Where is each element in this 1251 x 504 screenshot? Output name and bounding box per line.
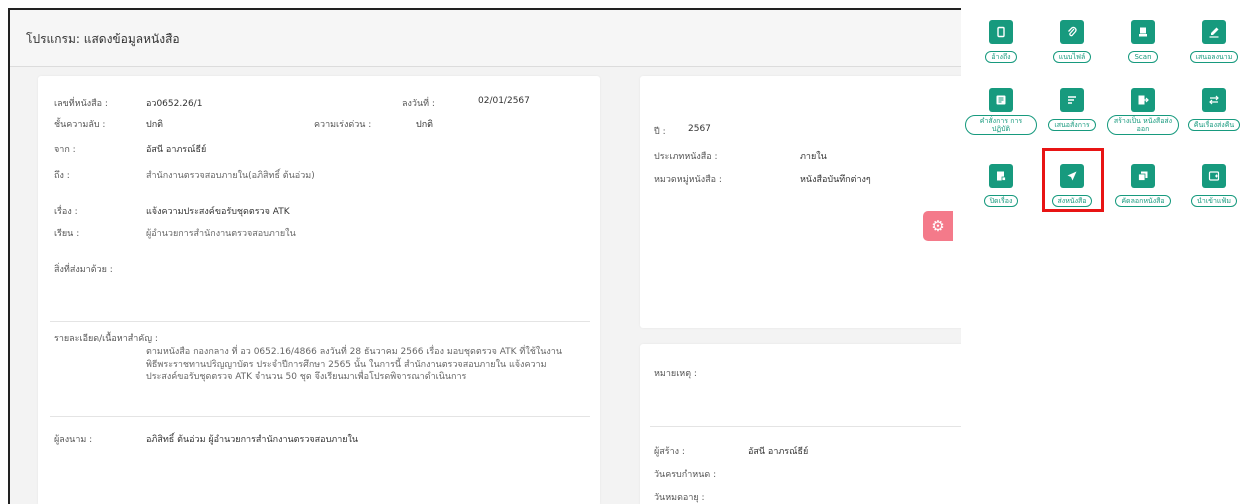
return-icon [1202, 88, 1226, 112]
notes-card: หมายเหตุ : ผู้สร้าง : อัสนี อาภรณ์ธีย์ ว… [640, 344, 980, 504]
subject-value: แจ้งความประสงค์ขอรับชุดตรวจ ATK [146, 207, 290, 217]
action-label: คำสั่งการ การปฏิบัติ [965, 115, 1037, 135]
action-reference[interactable]: อ้างถึง [964, 20, 1038, 80]
due-date-label: วันครบกำหนด : [654, 470, 717, 480]
action-close-case[interactable]: ปิดเรื่อง [964, 164, 1038, 224]
note-icon [989, 88, 1013, 112]
subject-label: เรื่อง : [54, 207, 78, 217]
divider [650, 426, 980, 427]
document-meta-card: ปี : 2567 ประเภทหนังสือ : ภายใน หมวดหมู่… [640, 76, 980, 328]
action-label: นำเข้าแฟ้ม [1191, 195, 1237, 207]
year-value: 2567 [688, 124, 711, 134]
urgency-label: ความเร่งด่วน : [314, 120, 372, 130]
action-label: Scan [1128, 51, 1158, 63]
type-value: ภายใน [800, 152, 827, 162]
action-label: คืนเรื่องส่งคืน [1187, 119, 1241, 131]
year-label: ปี : [654, 127, 666, 137]
secrecy-value: ปกติ [146, 120, 164, 130]
detail-text: ตามหนังสือ กองกลาง ที่ อว 0652.16/4866 ล… [146, 347, 563, 382]
doc-number-label: เลขที่หนังสือ : [54, 99, 108, 109]
attn-label: เรียน : [54, 229, 80, 239]
doc-date-label: ลงวันที่ : [402, 99, 435, 109]
signer-value: อภิสิทธิ์ ต้นอ่วม ผู้อำนวยการสำนักงานตรว… [146, 435, 359, 445]
export-icon [1131, 88, 1155, 112]
divider [50, 416, 590, 417]
action-propose-sign[interactable]: เสนอลงนาม [1177, 20, 1251, 80]
expire-date-label: วันหมดอายุ : [654, 493, 705, 503]
action-label: แนบไฟล์ [1052, 51, 1092, 63]
doc-number-value: อว0652.26/1 [146, 99, 203, 109]
creator-label: ผู้สร้าง : [654, 447, 685, 457]
duplicate-icon [1131, 164, 1155, 188]
action-scan[interactable]: Scan [1106, 20, 1180, 80]
action-label: คัดลอกหนังสือ [1115, 195, 1171, 207]
attachment-label: สิ่งที่ส่งมาด้วย : [54, 265, 113, 275]
scanner-icon [1131, 20, 1155, 44]
to-value: สำนักงานตรวจสอบภายใน(อภิสิทธิ์ ต้นอ่วม) [146, 171, 315, 181]
copy-icon [989, 20, 1013, 44]
paperclip-icon [1060, 20, 1084, 44]
action-propose-order[interactable]: เสนอสั่งการ [1035, 88, 1109, 148]
highlight-box [1042, 148, 1104, 212]
action-instruction[interactable]: คำสั่งการ การปฏิบัติ [964, 88, 1038, 148]
document-info-card: เลขที่หนังสือ : อว0652.26/1 ลงวันที่ : 0… [38, 76, 600, 504]
action-label: สร้างเป็น หนังสือส่งออก [1107, 115, 1179, 135]
page-header: โปรแกรม: แสดงข้อมูลหนังสือ [10, 10, 1010, 67]
remark-label: หมายเหตุ : [654, 369, 697, 379]
settings-float-button[interactable]: ⚙ [923, 211, 953, 241]
page-title: โปรแกรม: แสดงข้อมูลหนังสือ [26, 32, 180, 46]
detail-label: รายละเอียด/เนื้อหาสำคัญ : [54, 334, 158, 344]
action-label: เสนอลงนาม [1189, 51, 1239, 63]
action-create-outgoing[interactable]: สร้างเป็น หนังสือส่งออก [1106, 88, 1180, 148]
folder-close-icon [989, 164, 1013, 188]
file-import-icon [1202, 164, 1226, 188]
order-icon [1060, 88, 1084, 112]
action-import-folder[interactable]: นำเข้าแฟ้ม [1177, 164, 1251, 224]
divider [50, 321, 590, 322]
signer-label: ผู้ลงนาม : [54, 435, 93, 445]
signature-icon [1202, 20, 1226, 44]
action-copy-document[interactable]: คัดลอกหนังสือ [1106, 164, 1180, 224]
from-label: จาก : [54, 145, 76, 155]
action-label: ปิดเรื่อง [983, 195, 1019, 207]
category-label: หมวดหมู่หนังสือ : [654, 175, 722, 185]
type-label: ประเภทหนังสือ : [654, 152, 718, 162]
from-value: อัสนี อาภรณ์ธีย์ [146, 145, 207, 155]
urgency-value: ปกติ [416, 120, 434, 130]
action-return[interactable]: คืนเรื่องส่งคืน [1177, 88, 1251, 148]
action-label: เสนอสั่งการ [1048, 119, 1096, 131]
action-attach-file[interactable]: แนบไฟล์ [1035, 20, 1109, 80]
category-value: หนังสือบันทึกต่างๆ [800, 175, 871, 185]
action-panel: อ้างถึง แนบไฟล์ Scan เสนอลงนาม คำสั่งการ… [961, 0, 1251, 504]
action-label: อ้างถึง [985, 51, 1017, 63]
doc-date-value: 02/01/2567 [478, 96, 530, 106]
gear-icon: ⚙ [931, 217, 945, 235]
to-label: ถึง : [54, 171, 70, 181]
secrecy-label: ชั้นความลับ : [54, 120, 106, 130]
attn-value: ผู้อำนวยการสำนักงานตรวจสอบภายใน [146, 229, 296, 239]
creator-value: อัสนี อาภรณ์ธีย์ [748, 447, 809, 457]
